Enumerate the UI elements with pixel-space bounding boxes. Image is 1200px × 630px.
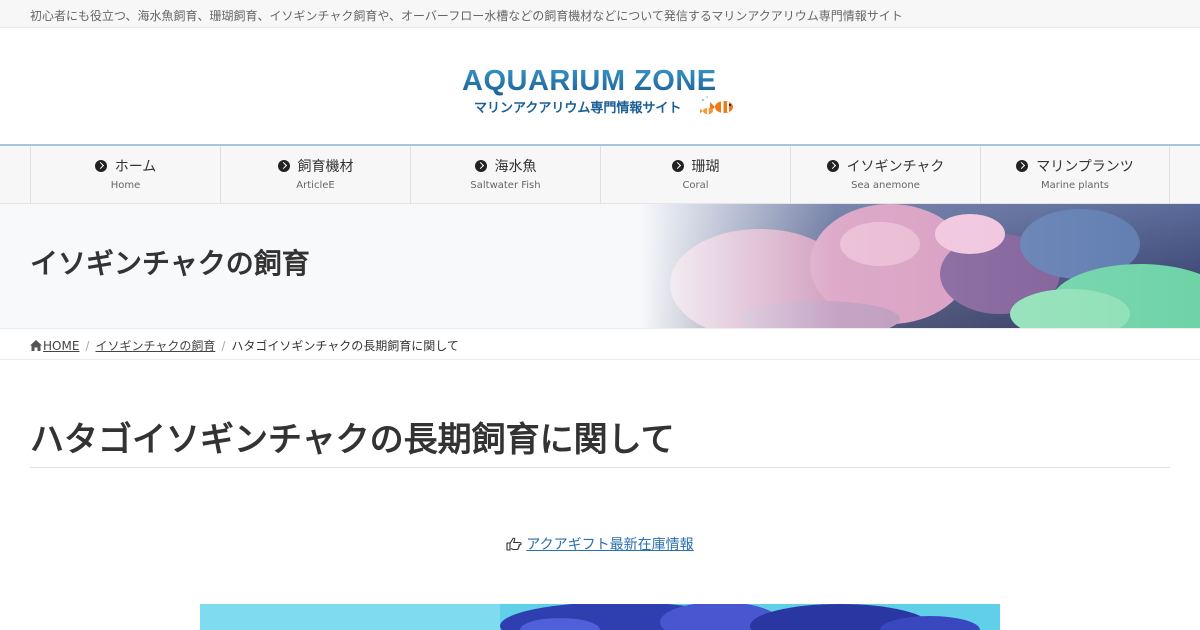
clownfish-icon bbox=[700, 96, 733, 115]
logo-subtitle: マリンアクアリウム専門情報サイト bbox=[474, 101, 682, 116]
nav-item-coral[interactable]: 珊瑚 Coral bbox=[600, 146, 790, 204]
nav-item-label: 珊瑚 bbox=[691, 159, 720, 175]
logo-title: AQUARIUM ZONE bbox=[462, 65, 717, 97]
nav-item-sublabel: Marine plants bbox=[1040, 180, 1110, 191]
breadcrumb-current: ハタゴイソギンチャクの長期飼育に関して bbox=[231, 339, 459, 353]
coral-reef-banner-image bbox=[640, 204, 1200, 328]
category-title: イソギンチャクの飼育 bbox=[30, 247, 310, 280]
breadcrumb: HOME / イソギンチャクの飼育 / ハタゴイソギンチャクの長期飼育に関して bbox=[0, 328, 1200, 360]
top-bar: 初心者にも役立つ、海水魚飼育、珊瑚飼育、イソギンチャク飼育や、オーバーフロー水槽… bbox=[0, 0, 1200, 28]
site-logo[interactable]: AQUARIUM ZONE マリンアクアリウム専門情報サイト bbox=[462, 66, 742, 118]
promo-line: アクアギフト最新在庫情報 bbox=[0, 534, 1200, 554]
global-nav: ホーム Home 飼育機材 ArticleE 海水魚 Saltwater Fis… bbox=[0, 144, 1200, 204]
nav-item-label: 飼育機材 bbox=[297, 159, 354, 175]
nav-item-label: イソギンチャク bbox=[846, 159, 945, 175]
chevron-circle-right-icon bbox=[826, 160, 839, 172]
breadcrumb-home-link[interactable]: HOME bbox=[43, 339, 79, 353]
chevron-circle-right-icon bbox=[671, 160, 684, 172]
nav-item-marine-plants[interactable]: マリンプランツ Marine plants bbox=[980, 146, 1170, 204]
site-header: AQUARIUM ZONE マリンアクアリウム専門情報サイト bbox=[0, 28, 1200, 144]
nav-item-sublabel: Coral bbox=[682, 180, 709, 191]
nav-item-label: マリンプランツ bbox=[1036, 159, 1134, 175]
breadcrumb-category-link[interactable]: イソギンチャクの飼育 bbox=[95, 339, 215, 353]
hand-pointing-right-icon bbox=[506, 537, 522, 551]
sea-anemone-photo bbox=[200, 604, 1000, 630]
nav-item-sublabel: Sea anemone bbox=[851, 180, 920, 191]
nav-item-equipment[interactable]: 飼育機材 ArticleE bbox=[220, 146, 410, 204]
category-hero: イソギンチャクの飼育 bbox=[0, 204, 1200, 328]
chevron-circle-right-icon bbox=[94, 160, 107, 172]
chevron-circle-right-icon bbox=[1016, 160, 1029, 172]
home-icon bbox=[30, 340, 42, 351]
chevron-circle-right-icon bbox=[277, 160, 290, 172]
nav-item-sea-anemone[interactable]: イソギンチャク Sea anemone bbox=[790, 146, 980, 204]
breadcrumb-separator: / bbox=[221, 339, 226, 353]
breadcrumb-separator: / bbox=[85, 339, 90, 353]
nav-item-label: ホーム bbox=[114, 159, 157, 175]
nav-item-sublabel: Home bbox=[110, 180, 141, 191]
nav-item-label: 海水魚 bbox=[494, 159, 537, 175]
nav-item-saltwater-fish[interactable]: 海水魚 Saltwater Fish bbox=[410, 146, 600, 204]
aquagift-stock-link[interactable]: アクアギフト最新在庫情報 bbox=[526, 537, 693, 553]
nav-item-sublabel: Saltwater Fish bbox=[470, 180, 541, 191]
nav-item-home[interactable]: ホーム Home bbox=[30, 146, 220, 204]
chevron-circle-right-icon bbox=[474, 160, 487, 172]
site-tagline: 初心者にも役立つ、海水魚飼育、珊瑚飼育、イソギンチャク飼育や、オーバーフロー水槽… bbox=[30, 9, 903, 23]
title-divider bbox=[30, 467, 1170, 468]
post-title: ハタゴイソギンチャクの長期飼育に関して bbox=[30, 420, 675, 460]
nav-item-sublabel: ArticleE bbox=[296, 180, 335, 191]
